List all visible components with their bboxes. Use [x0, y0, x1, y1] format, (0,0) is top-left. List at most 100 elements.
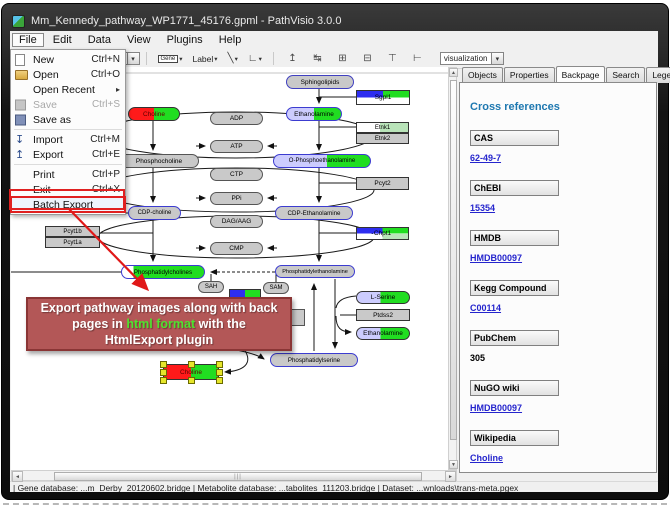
gene-pcyt2[interactable]: Pcyt2 [356, 177, 409, 190]
node-sphingolipids[interactable]: Sphingolipids [286, 75, 354, 89]
tab-backpage[interactable]: Backpage [556, 66, 606, 82]
gene-chpt1[interactable]: Chpt1 [356, 227, 409, 240]
node-l-serine[interactable]: L-Serine [356, 291, 410, 304]
tab-legend[interactable]: Legend [646, 67, 670, 83]
node-cmp[interactable]: CMP [210, 242, 263, 255]
node-ctp[interactable]: CTP [210, 168, 263, 181]
menu-item-import[interactable]: ImportCtrl+M [11, 132, 125, 147]
node-atp[interactable]: ATP [210, 140, 263, 153]
xref-link[interactable]: 15354 [470, 203, 656, 213]
chevron-down-icon[interactable]: ▾ [491, 53, 503, 64]
xref-section-wikipedia: WikipediaCholine [470, 430, 656, 463]
cross-references-heading: Cross references [470, 101, 656, 113]
canvas-vscrollbar[interactable]: ▲ ▼ [448, 67, 457, 470]
gene-datanode-tool[interactable]: Gene ▾ [155, 53, 186, 65]
line-tool-icon: ╲ [228, 53, 234, 64]
node-phosphatidylethanolamine[interactable]: Phosphatidylethanolamine [275, 265, 355, 278]
align-center-x-icon[interactable]: ↥ [284, 52, 301, 66]
tab-properties[interactable]: Properties [504, 67, 555, 83]
node-adp[interactable]: ADP [210, 112, 263, 125]
node-phosphatidylserine[interactable]: Phosphatidylserine [270, 353, 358, 367]
xref-link[interactable]: C00114 [470, 303, 656, 313]
menu-item-open[interactable]: OpenCtrl+O [11, 67, 125, 82]
align-top-icon[interactable]: ⊤ [384, 52, 401, 66]
node-cdp-ethanolamine[interactable]: CDP-Ethanolamine [275, 206, 353, 220]
selection-handle[interactable] [160, 361, 167, 368]
selection-handle[interactable] [216, 361, 223, 368]
scroll-down-icon[interactable]: ▼ [449, 460, 458, 469]
gene-pcyt1b[interactable]: Pcyt1b [45, 226, 100, 237]
gene-sgpl1[interactable]: Sgpl1 [356, 90, 410, 105]
xref-link[interactable]: HMDB00097 [470, 253, 656, 263]
node-cdp-choline[interactable]: CDP-choline [128, 206, 181, 220]
backpage-panel: Cross references CAS62-49-7ChEBI15354HMD… [459, 82, 657, 473]
label-tool-text: Label [192, 54, 213, 64]
chevron-down-icon[interactable]: ▾ [179, 55, 182, 63]
line-tool[interactable]: ╲ ▾ [225, 51, 241, 66]
gene-pcyt1a[interactable]: Pcyt1a [45, 237, 100, 248]
menu-item-open-recent[interactable]: Open Recent▸ [11, 82, 125, 97]
visualization-combobox[interactable]: visualization ▾ [440, 52, 504, 65]
menu-item-save-as[interactable]: Save as [11, 112, 125, 127]
distribute-horizontal-icon[interactable]: ↹ [309, 52, 326, 66]
node-sam[interactable]: SAM [263, 282, 289, 294]
node-sah[interactable]: SAH [198, 281, 224, 293]
gene-ptdss2[interactable]: Ptdss2 [356, 309, 410, 321]
menu-item-label: Import [33, 134, 84, 146]
canvas-hscrollbar[interactable]: ◄ ||| ► [11, 470, 457, 481]
node-dag-aag[interactable]: DAG/AAG [210, 215, 263, 228]
tab-search[interactable]: Search [606, 67, 645, 83]
menu-item-batch-export[interactable]: Batch Export [11, 197, 125, 212]
menubar-help[interactable]: Help [212, 33, 249, 47]
xref-link[interactable]: HMDB00097 [470, 403, 656, 413]
xref-section-pubchem: PubChem305 [470, 330, 656, 363]
common-width-icon[interactable]: ⊞ [334, 52, 351, 66]
node-ethanolamine-top[interactable]: Ethanolamine [286, 107, 342, 121]
chevron-down-icon[interactable]: ▾ [214, 55, 217, 63]
label-tool[interactable]: Label ▾ [189, 52, 220, 66]
connector-tool[interactable]: ∟ ▾ [245, 51, 265, 66]
menu-item-export[interactable]: ExportCtrl+E [11, 147, 125, 162]
visualization-value: visualization [441, 54, 491, 63]
menubar-edit[interactable]: Edit [46, 33, 79, 47]
node-phosphocholine[interactable]: Phosphocholine [119, 154, 199, 168]
xref-link[interactable]: Choline [470, 453, 656, 463]
selection-handle[interactable] [188, 377, 195, 384]
node-o-phosphoethanolamine[interactable]: O-Phosphoethanolamine [273, 154, 371, 168]
menu-item-label: Exit [33, 184, 86, 196]
selection-handle[interactable] [160, 377, 167, 384]
menu-item-exit[interactable]: ExitCtrl+X [11, 182, 125, 197]
node-ppi[interactable]: PPi [210, 192, 263, 205]
node-ethanolamine-low[interactable]: Ethanolamine [356, 327, 410, 340]
menubar-file[interactable]: File [12, 33, 44, 47]
scroll-right-icon[interactable]: ► [445, 471, 456, 482]
menubar-plugins[interactable]: Plugins [160, 33, 210, 47]
chevron-down-icon[interactable]: ▾ [259, 55, 262, 63]
vscroll-thumb[interactable] [450, 80, 457, 440]
xref-title: HMDB [470, 230, 559, 246]
menu-item-new[interactable]: NewCtrl+N [11, 52, 125, 67]
hscroll-thumb[interactable]: ||| [54, 472, 422, 481]
selection-handle[interactable] [188, 361, 195, 368]
chevron-down-icon[interactable]: ▾ [235, 55, 238, 63]
gene-etnk1[interactable]: Etnk1 [356, 122, 409, 133]
app-icon [12, 15, 25, 28]
node-phosphatidylcholines[interactable]: Phosphatidylcholines [121, 265, 205, 279]
connector-tool-icon: ∟ [248, 53, 258, 64]
scroll-left-icon[interactable]: ◄ [12, 471, 23, 482]
node-choline-top[interactable]: Choline [128, 107, 180, 121]
scroll-up-icon[interactable]: ▲ [449, 68, 458, 77]
common-height-icon[interactable]: ⊟ [359, 52, 376, 66]
new-document-icon [15, 54, 25, 66]
gene-etnk2[interactable]: Etnk2 [356, 133, 409, 144]
menu-item-print[interactable]: PrintCtrl+P [11, 167, 125, 182]
chevron-down-icon[interactable]: ▾ [127, 53, 139, 64]
selection-handle[interactable] [160, 369, 167, 376]
menubar-data[interactable]: Data [81, 33, 118, 47]
menubar-view[interactable]: View [120, 33, 158, 47]
xref-link[interactable]: 62-49-7 [470, 153, 656, 163]
align-left-icon[interactable]: ⊢ [409, 52, 426, 66]
tab-objects[interactable]: Objects [462, 67, 503, 83]
selection-handle[interactable] [216, 369, 223, 376]
selection-handle[interactable] [216, 377, 223, 384]
